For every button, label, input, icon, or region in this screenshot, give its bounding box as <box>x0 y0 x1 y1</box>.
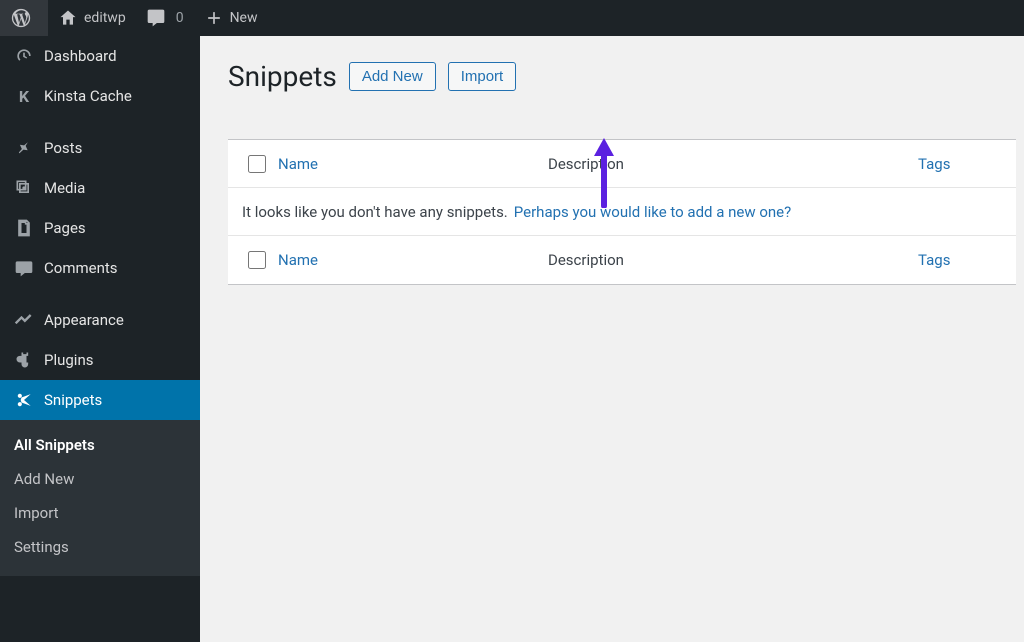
sidebar-label: Appearance <box>44 311 124 329</box>
column-footer-description: Description <box>548 251 918 269</box>
snippets-table: Name Description Tags It looks like you … <box>228 139 1016 285</box>
sidebar-separator <box>0 116 200 128</box>
comments-icon <box>12 258 36 278</box>
empty-message-text: It looks like you don't have any snippet… <box>242 203 508 221</box>
column-footer-name[interactable]: Name <box>278 251 548 269</box>
import-button[interactable]: Import <box>448 62 517 91</box>
adminbar-site-name: editwp <box>84 10 126 26</box>
adminbar-new[interactable]: New <box>194 0 268 36</box>
select-all-checkbox[interactable] <box>248 155 266 173</box>
column-header-description: Description <box>548 155 918 173</box>
adminbar-wp-logo[interactable] <box>0 0 48 36</box>
sidebar-label: Posts <box>44 139 82 157</box>
admin-bar: editwp 0 New <box>0 0 1024 36</box>
admin-sidebar: Dashboard K Kinsta Cache Posts Media Pag… <box>0 36 200 642</box>
adminbar-comments[interactable]: 0 <box>136 0 194 36</box>
sidebar-submenu-snippets: All Snippets Add New Import Settings <box>0 420 200 576</box>
plugins-icon <box>12 350 36 370</box>
table-empty-row: It looks like you don't have any snippet… <box>228 188 1016 236</box>
sidebar-label: Snippets <box>44 391 102 409</box>
submenu-item-all-snippets[interactable]: All Snippets <box>0 428 200 462</box>
sidebar-label: Media <box>44 179 85 197</box>
media-icon <box>12 178 36 198</box>
plus-icon <box>204 8 224 28</box>
sidebar-label: Pages <box>44 219 86 237</box>
submenu-item-import[interactable]: Import <box>0 496 200 530</box>
sidebar-item-posts[interactable]: Posts <box>0 128 200 168</box>
dashboard-icon <box>12 46 36 66</box>
sidebar-separator <box>0 288 200 300</box>
submenu-item-settings[interactable]: Settings <box>0 530 200 564</box>
adminbar-comments-count: 0 <box>176 10 184 26</box>
submenu-item-add-new[interactable]: Add New <box>0 462 200 496</box>
sidebar-label: Plugins <box>44 351 93 369</box>
kinsta-icon: K <box>12 87 36 106</box>
column-header-tags[interactable]: Tags <box>918 155 1008 173</box>
sidebar-item-dashboard[interactable]: Dashboard <box>0 36 200 76</box>
scissors-icon <box>12 390 36 410</box>
adminbar-new-label: New <box>230 10 258 26</box>
wordpress-logo-icon <box>10 7 32 29</box>
select-all-cell-footer <box>236 251 278 269</box>
column-header-name[interactable]: Name <box>278 155 548 173</box>
sidebar-item-comments[interactable]: Comments <box>0 248 200 288</box>
sidebar-item-plugins[interactable]: Plugins <box>0 340 200 380</box>
main-content: Snippets Add New Import Name Description… <box>200 36 1024 642</box>
sidebar-item-appearance[interactable]: Appearance <box>0 300 200 340</box>
appearance-icon <box>12 310 36 330</box>
add-new-button[interactable]: Add New <box>349 62 436 91</box>
sidebar-item-media[interactable]: Media <box>0 168 200 208</box>
sidebar-label: Kinsta Cache <box>44 87 132 105</box>
sidebar-item-snippets[interactable]: Snippets <box>0 380 200 420</box>
sidebar-item-kinsta-cache[interactable]: K Kinsta Cache <box>0 76 200 116</box>
comment-bubble-icon <box>146 8 166 28</box>
column-footer-tags[interactable]: Tags <box>918 251 1008 269</box>
pin-icon <box>12 138 36 158</box>
table-header-row: Name Description Tags <box>228 140 1016 188</box>
table-footer-row: Name Description Tags <box>228 236 1016 284</box>
select-all-checkbox-footer[interactable] <box>248 251 266 269</box>
page-header: Snippets Add New Import <box>228 60 1016 93</box>
empty-message-link[interactable]: Perhaps you would like to add a new one? <box>514 203 791 221</box>
home-icon <box>58 8 78 28</box>
sidebar-label: Dashboard <box>44 47 117 65</box>
pages-icon <box>12 218 36 238</box>
select-all-cell <box>236 155 278 173</box>
sidebar-label: Comments <box>44 259 118 277</box>
adminbar-site-link[interactable]: editwp <box>48 0 136 36</box>
page-title: Snippets <box>228 60 337 93</box>
sidebar-item-pages[interactable]: Pages <box>0 208 200 248</box>
